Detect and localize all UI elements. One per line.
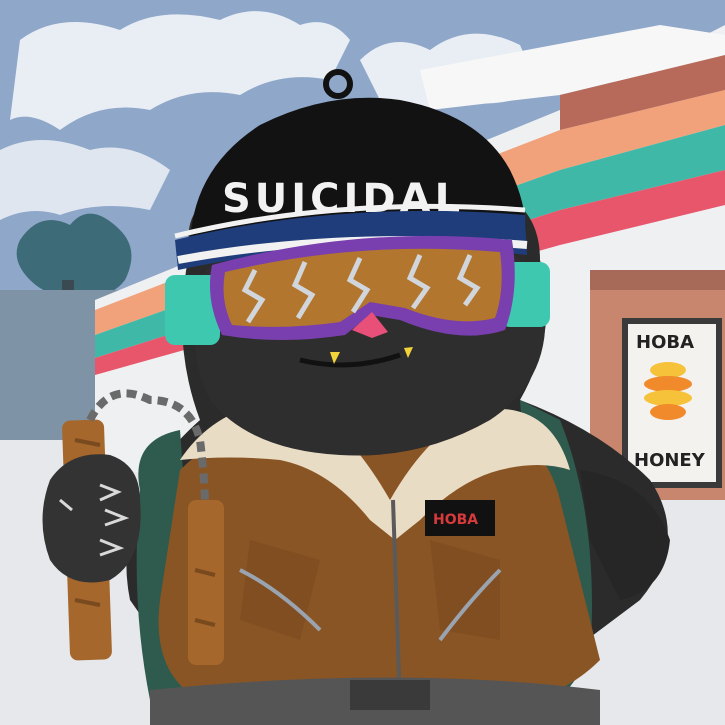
wall-shadow bbox=[590, 270, 725, 290]
poster-bottom-text: HONEY bbox=[634, 450, 706, 471]
artwork-canvas: HOBA HONEY HOBA SUICIDAL bbox=[0, 0, 725, 725]
belt-buckle bbox=[350, 680, 430, 710]
poster-top-text: HOBA bbox=[636, 332, 694, 353]
illustration: HOBA HONEY HOBA SUICIDAL bbox=[0, 0, 725, 725]
honey-poster: HOBA HONEY bbox=[622, 318, 722, 488]
patch-text: HOBA bbox=[433, 512, 478, 528]
